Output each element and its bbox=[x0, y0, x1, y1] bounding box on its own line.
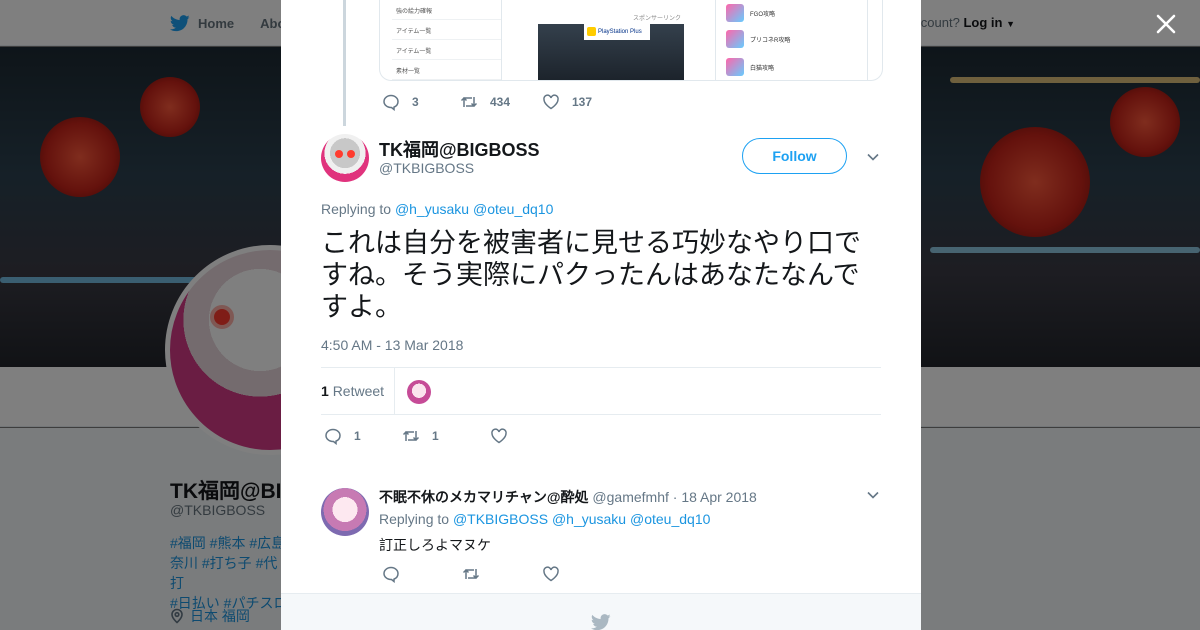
reply-count: 3 bbox=[412, 95, 419, 109]
mention-link[interactable]: @h_yusaku bbox=[552, 511, 626, 527]
reply-button[interactable]: 3 bbox=[382, 93, 460, 111]
retweet-icon bbox=[460, 96, 478, 108]
retweeter-avatar[interactable] bbox=[407, 380, 431, 404]
main-tweet-actions: 1 1 bbox=[324, 427, 508, 445]
retweet-count: 434 bbox=[490, 95, 511, 109]
chevron-down-icon[interactable] bbox=[866, 150, 880, 164]
like-button[interactable]: 137 bbox=[542, 93, 592, 111]
playstation-plus-badge: PlayStation Plus bbox=[584, 24, 650, 40]
card-menu-item: 強の絵力確報 bbox=[392, 0, 501, 20]
replying-to-line: Replying to @h_yusaku @oteu_dq10 bbox=[321, 201, 553, 217]
card-menu-item: アイテム一覧 bbox=[392, 20, 501, 40]
author-avatar[interactable] bbox=[321, 134, 369, 182]
retweet-button[interactable] bbox=[462, 565, 542, 583]
reply-replying-to-line: Replying to @TKBIGBOSS @h_yusaku @oteu_d… bbox=[379, 511, 710, 527]
reply-icon bbox=[383, 566, 399, 583]
game-thumbnail-icon bbox=[726, 4, 744, 22]
reply-tweet-text: 訂正しろよマヌケ bbox=[379, 537, 491, 553]
like-count: 137 bbox=[572, 95, 593, 109]
card-ad-column: スポンサーリンク PlayStation Plus bbox=[504, 0, 716, 80]
game-thumbnail-icon bbox=[726, 58, 744, 76]
card-side-item: プリコネR攻略 bbox=[726, 30, 790, 48]
modal-footer bbox=[281, 593, 921, 630]
heart-icon bbox=[491, 428, 507, 444]
reply-author-avatar[interactable] bbox=[321, 488, 369, 536]
reply-icon bbox=[325, 428, 341, 445]
mention-link[interactable]: @h_yusaku bbox=[395, 201, 469, 217]
heart-icon bbox=[543, 566, 559, 582]
heart-icon bbox=[543, 94, 559, 110]
stats-divider bbox=[394, 368, 395, 414]
reply-header: 不眠不休のメカマリチャン@酔処 @gamefmhf · 18 Apr 2018 bbox=[379, 487, 757, 507]
follow-button[interactable]: Follow bbox=[742, 138, 847, 174]
card-menu-column: 強の絵力確報 アイテム一覧 アイテム一覧 素材一覧 bbox=[392, 0, 502, 80]
conversation-thread-line bbox=[343, 0, 346, 126]
tweet-stats: 1 Retweet bbox=[321, 367, 881, 415]
retweet-stat-label: Retweet bbox=[332, 383, 385, 399]
like-button[interactable] bbox=[490, 427, 508, 445]
reply-author-handle[interactable]: @gamefmhf bbox=[592, 489, 668, 505]
card-menu-item: 素材一覧 bbox=[392, 60, 501, 80]
twitter-bird-icon bbox=[591, 614, 611, 630]
parent-tweet-actions: 3 434 137 bbox=[382, 93, 592, 111]
retweet-button[interactable]: 434 bbox=[460, 93, 542, 111]
retweet-count: 1 bbox=[432, 429, 439, 443]
retweet-stat-count: 1 bbox=[321, 383, 329, 399]
card-menu-item: アイテム一覧 bbox=[392, 40, 501, 60]
mention-link[interactable]: @TKBIGBOSS bbox=[453, 511, 548, 527]
reply-count: 1 bbox=[354, 429, 361, 443]
mention-link[interactable]: @oteu_dq10 bbox=[630, 511, 710, 527]
card-side-item: 白猫攻略 bbox=[726, 58, 774, 76]
like-button[interactable] bbox=[542, 565, 560, 583]
chevron-down-icon[interactable] bbox=[866, 488, 880, 502]
replying-to-label: Replying to bbox=[379, 511, 450, 527]
author-handle[interactable]: @TKBIGBOSS bbox=[379, 160, 474, 176]
author-name[interactable]: TK福岡@BIGBOSS bbox=[379, 136, 540, 162]
card-side-column: FGO攻略 プリコネR攻略 白猫攻略 bbox=[718, 0, 868, 80]
reply-tweet-actions bbox=[382, 565, 560, 583]
retweet-button[interactable]: 1 bbox=[402, 427, 490, 445]
retweet-icon bbox=[462, 568, 480, 580]
tweet-text: これは自分を被害者に見せる巧妙なやり口ですね。そう実際にパクったんはあなたなんで… bbox=[321, 228, 861, 322]
sponsor-label: スポンサーリンク bbox=[632, 16, 681, 22]
mention-link[interactable]: @oteu_dq10 bbox=[473, 201, 553, 217]
reply-author-name[interactable]: 不眠不休のメカマリチャン@酔処 bbox=[379, 489, 589, 505]
quoted-media-card[interactable]: 強の絵力確報 アイテム一覧 アイテム一覧 素材一覧 スポンサーリンク PlayS… bbox=[379, 0, 883, 81]
close-icon[interactable] bbox=[1152, 10, 1180, 38]
game-thumbnail-icon bbox=[726, 30, 744, 48]
tweet-modal: 強の絵力確報 アイテム一覧 アイテム一覧 素材一覧 スポンサーリンク PlayS… bbox=[281, 0, 921, 630]
card-side-item: FGO攻略 bbox=[726, 4, 775, 22]
reply-button[interactable] bbox=[382, 565, 462, 583]
reply-date[interactable]: · 18 Apr 2018 bbox=[673, 489, 757, 505]
reply-button[interactable]: 1 bbox=[324, 427, 402, 445]
reply-icon bbox=[383, 94, 399, 111]
tweet-timestamp[interactable]: 4:50 AM - 13 Mar 2018 bbox=[321, 337, 463, 353]
retweet-icon bbox=[402, 430, 420, 442]
replying-to-label: Replying to bbox=[321, 201, 392, 217]
retweet-stat[interactable]: 1 Retweet bbox=[321, 383, 384, 399]
